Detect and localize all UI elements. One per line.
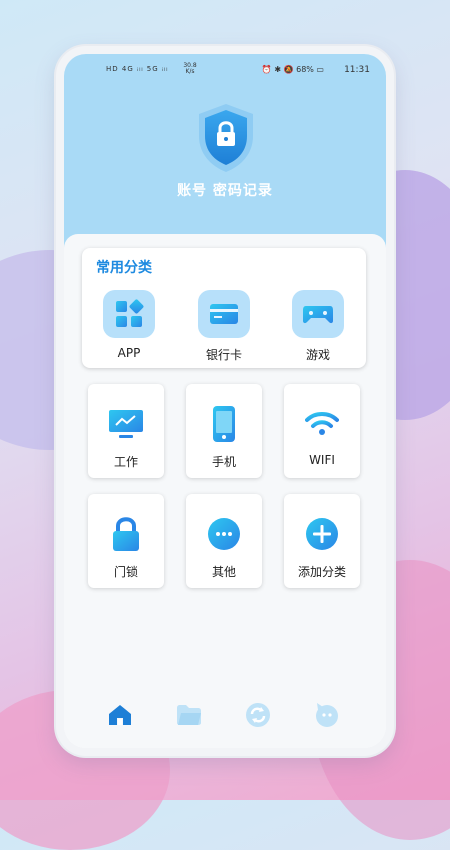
category-other[interactable]: 其他 bbox=[186, 494, 262, 588]
category-wifi-label: WIFI bbox=[309, 453, 335, 467]
sync-icon bbox=[246, 703, 270, 727]
signal-indicators: HD 4G ᵢₗₗ 5G ᵢₗₗ bbox=[106, 65, 169, 73]
category-other-label: 其他 bbox=[211, 565, 236, 579]
category-work[interactable]: 工作 bbox=[88, 384, 164, 478]
category-bank-card-label: 银行卡 bbox=[205, 348, 242, 362]
add-icon bbox=[284, 514, 360, 554]
folder-icon bbox=[177, 705, 201, 725]
shield-lock-icon bbox=[199, 104, 253, 172]
category-app[interactable]: APP bbox=[89, 290, 169, 360]
page-title: 账号 密码记录 bbox=[177, 183, 273, 199]
home-icon bbox=[109, 705, 131, 725]
common-category-card: 常用分类 APP 银行卡 游戏 bbox=[82, 248, 366, 368]
header: HD 4G ᵢₗₗ 5G ᵢₗₗ 30.8 K/s ⏰ ✱ 🔕 68% ▭ 11… bbox=[64, 54, 386, 254]
nav-profile[interactable] bbox=[314, 702, 340, 728]
work-monitor-icon bbox=[88, 404, 164, 444]
category-bank-card[interactable]: 银行卡 bbox=[184, 290, 264, 363]
status-bar: HD 4G ᵢₗₗ 5G ᵢₗₗ 30.8 K/s ⏰ ✱ 🔕 68% ▭ 11… bbox=[64, 62, 386, 79]
add-category-button[interactable]: 添加分类 bbox=[284, 494, 360, 588]
network-speed: 30.8 K/s bbox=[183, 62, 197, 75]
app-screen: HD 4G ᵢₗₗ 5G ᵢₗₗ 30.8 K/s ⏰ ✱ 🔕 68% ▭ 11… bbox=[64, 54, 386, 748]
bank-card-icon bbox=[198, 290, 250, 338]
lock-icon bbox=[88, 514, 164, 554]
battery-text: 68% bbox=[296, 65, 314, 74]
category-phone-label: 手机 bbox=[211, 455, 236, 469]
common-category-title: 常用分类 bbox=[96, 260, 152, 276]
category-door-lock-label: 门锁 bbox=[113, 565, 138, 579]
category-phone[interactable]: 手机 bbox=[186, 384, 262, 478]
profile-icon bbox=[316, 703, 338, 727]
category-game[interactable]: 游戏 bbox=[278, 290, 358, 363]
gamepad-icon bbox=[292, 290, 344, 338]
clock: 11:31 bbox=[344, 65, 370, 75]
more-icon bbox=[186, 514, 262, 554]
add-category-label: 添加分类 bbox=[297, 565, 346, 579]
status-icons: ⏰ ✱ 🔕 68% ▭ bbox=[261, 65, 324, 74]
bottom-nav bbox=[64, 694, 386, 734]
app-grid-icon bbox=[103, 290, 155, 338]
nav-sync[interactable] bbox=[245, 702, 271, 728]
nav-folder[interactable] bbox=[176, 702, 202, 728]
category-game-label: 游戏 bbox=[305, 348, 330, 362]
category-door-lock[interactable]: 门锁 bbox=[88, 494, 164, 588]
phone-frame: HD 4G ᵢₗₗ 5G ᵢₗₗ 30.8 K/s ⏰ ✱ 🔕 68% ▭ 11… bbox=[56, 46, 394, 756]
category-wifi[interactable]: WIFI bbox=[284, 384, 360, 478]
nav-home[interactable] bbox=[107, 702, 133, 728]
content-area: 常用分类 APP 银行卡 游戏 工作 手机 WIFI 门锁 其他 添加分类 bbox=[64, 234, 386, 748]
wifi-icon bbox=[284, 404, 360, 444]
phone-icon bbox=[186, 404, 262, 444]
category-work-label: 工作 bbox=[113, 455, 138, 469]
category-app-label: APP bbox=[117, 346, 141, 360]
